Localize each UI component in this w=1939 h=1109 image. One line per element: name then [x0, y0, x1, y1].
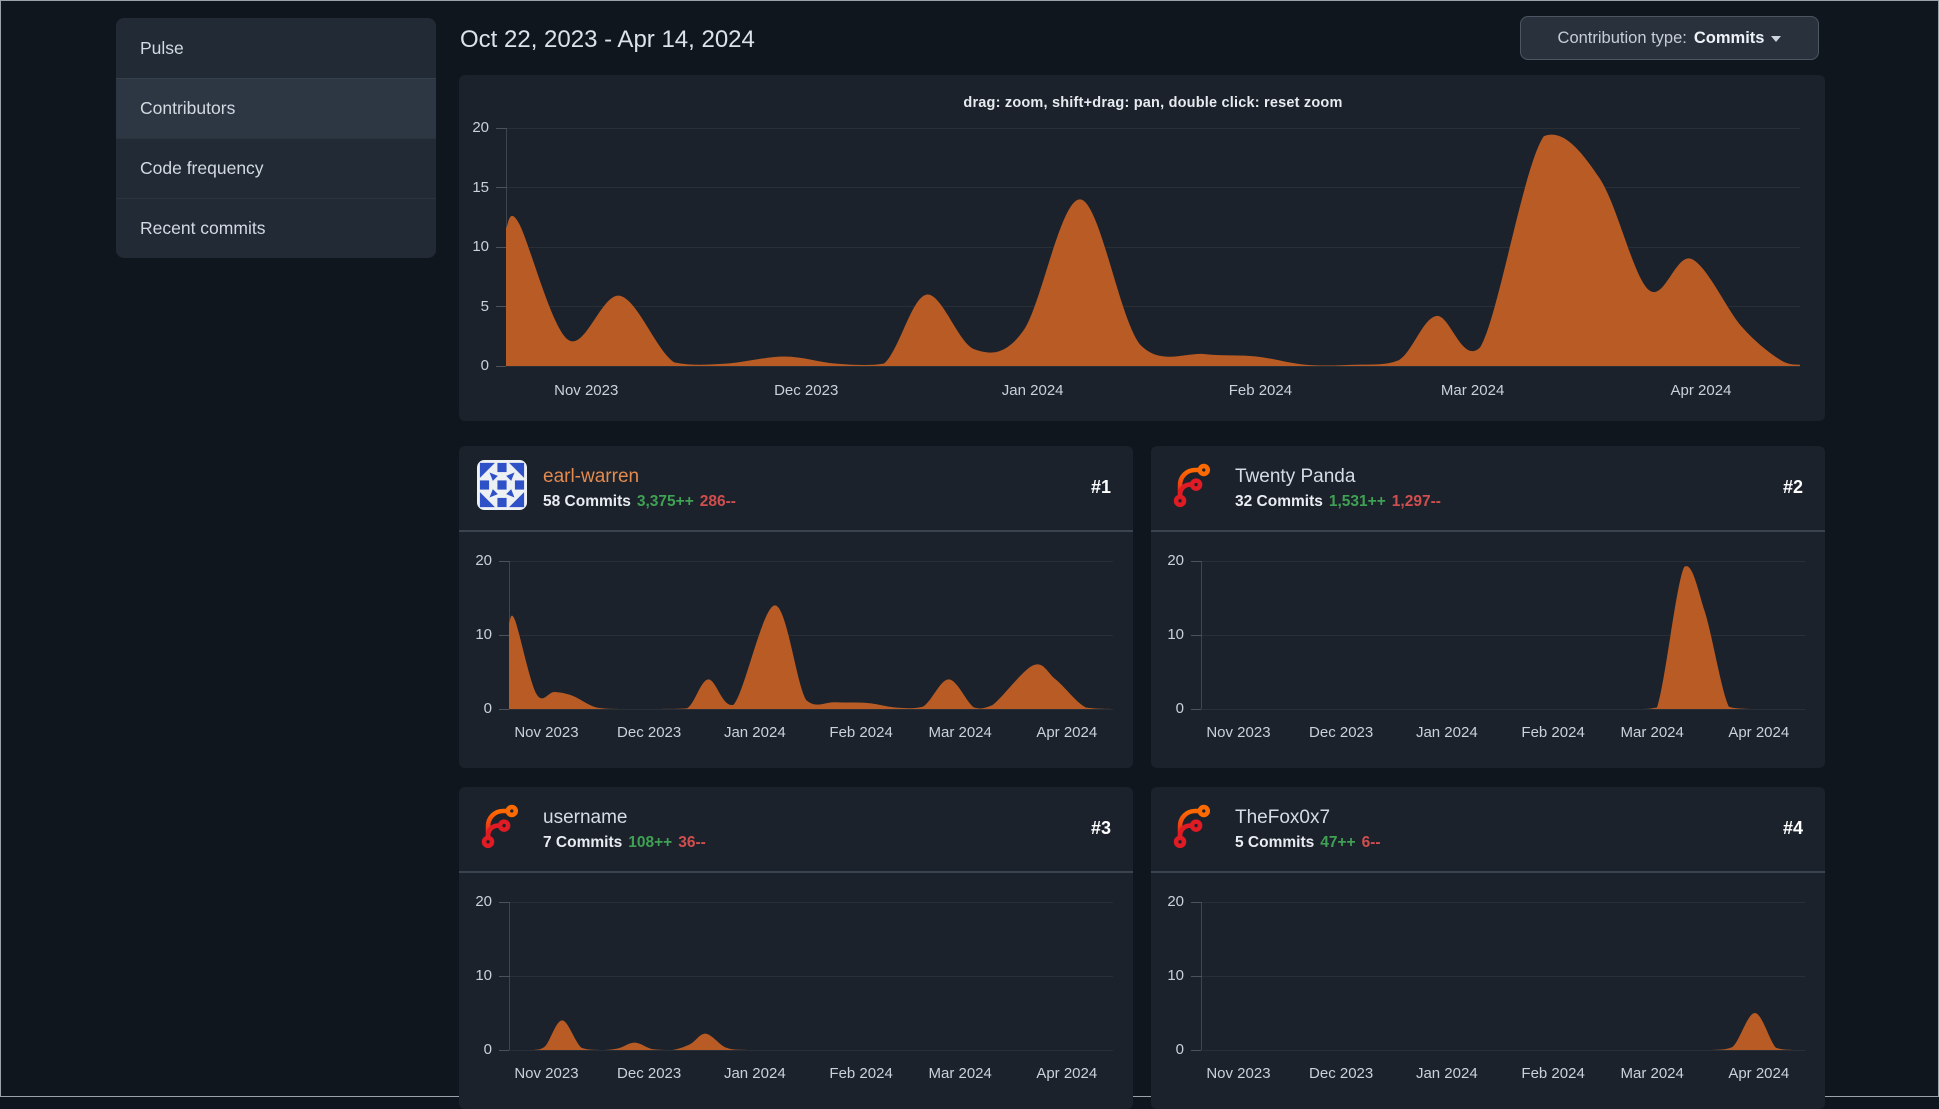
y-axis-label: 5: [480, 297, 489, 315]
x-axis-label: Apr 2024: [1670, 382, 1732, 399]
y-axis-label: 0: [483, 1041, 492, 1058]
x-axis-label: Jan 2024: [723, 1065, 786, 1082]
y-axis-label: 20: [475, 893, 492, 910]
sidebar-item-recent-commits[interactable]: Recent commits: [116, 198, 436, 258]
y-tickmark: [499, 1049, 509, 1051]
y-tickmark: [499, 560, 509, 562]
x-axis-label: Dec 2023: [617, 724, 682, 741]
x-axis-label: Jan 2024: [1415, 1065, 1478, 1082]
y-tickmark: [496, 306, 506, 307]
y-axis-label: 15: [472, 178, 489, 196]
y-axis-label: 10: [472, 238, 489, 255]
contribution-type-label: Contribution type:: [1557, 28, 1687, 47]
y-tickmark: [499, 708, 509, 710]
x-axis-label: Nov 2023: [1206, 724, 1271, 741]
contributor-commits-chart[interactable]: 20 10 0 Nov 2023 Dec 2023 Jan 2024 Feb 2024 Mar…: [1151, 787, 1825, 1109]
y-axis-label: 20: [1167, 893, 1184, 910]
x-axis-label: Apr 2024: [1728, 1065, 1790, 1082]
x-axis-label: Apr 2024: [1036, 1065, 1098, 1082]
x-axis-label: Feb 2024: [1228, 382, 1293, 399]
x-axis-label: Feb 2024: [829, 1065, 893, 1082]
contribution-type-dropdown[interactable]: Contribution type: Commits: [1520, 16, 1819, 60]
y-tickmark: [1191, 1049, 1201, 1051]
x-axis-label: Jan 2024: [1415, 724, 1478, 741]
sidebar-item-pulse[interactable]: Pulse: [116, 18, 436, 78]
y-tickmark: [499, 975, 509, 977]
x-axis-label: Mar 2024: [1620, 1065, 1684, 1082]
x-axis-label: Feb 2024: [1521, 724, 1585, 741]
total-commits-panel: drag: zoom, shift+drag: pan, double clic…: [459, 75, 1825, 421]
y-axis-label: 0: [1175, 700, 1184, 717]
y-tickmark: [1191, 560, 1201, 562]
x-axis-label: Feb 2024: [1521, 1065, 1585, 1082]
x-axis-label: Dec 2023: [1309, 1065, 1374, 1082]
main-commits-chart[interactable]: 20 15 10 5 0 Nov 2023 Dec 2023 Jan 2024 Feb 2024…: [459, 75, 1825, 421]
repo-contributors-page: Pulse Contributors Code frequency Recent…: [1, 1, 1938, 1109]
x-axis-label: Mar 2024: [928, 724, 992, 741]
y-tickmark: [1191, 901, 1201, 903]
y-axis-label: 0: [1175, 1041, 1184, 1058]
commits-area-series: [1201, 1012, 1805, 1050]
y-tickmark: [496, 127, 506, 129]
x-axis-label: Feb 2024: [829, 724, 893, 741]
contributor-card-2: Twenty Panda 32 Commits 1,531++ 1,297-- #2…: [1151, 446, 1825, 768]
contributor-card-3: username 7 Commits 108++ 36-- #3 20 10 0 Nov …: [459, 787, 1133, 1109]
sidebar-item-code-frequency[interactable]: Code frequency: [116, 138, 436, 198]
x-axis-label: Jan 2024: [723, 724, 786, 741]
commits-area-series: [506, 134, 1800, 366]
x-axis-label: Nov 2023: [554, 382, 619, 399]
contributor-card-1: earl-warren 58 Commits 3,375++ 286-- #1 20…: [459, 446, 1133, 768]
x-axis-label: Nov 2023: [514, 1065, 579, 1082]
y-tickmark: [1191, 634, 1201, 636]
y-axis-label: 0: [480, 357, 489, 374]
y-axis-label: 10: [475, 626, 492, 643]
x-axis-label: Dec 2023: [1309, 724, 1374, 741]
x-axis-label: Apr 2024: [1036, 724, 1098, 741]
y-axis-label: 10: [1167, 626, 1184, 643]
x-axis-label: Nov 2023: [1206, 1065, 1271, 1082]
date-range-title: Oct 22, 2023 - Apr 14, 2024: [460, 26, 755, 53]
activity-sidebar: Pulse Contributors Code frequency Recent…: [116, 18, 436, 258]
commits-area-series: [509, 1020, 1113, 1050]
y-tickmark: [496, 365, 506, 367]
y-axis-label: 20: [472, 119, 489, 136]
y-axis-label: 0: [483, 700, 492, 717]
chevron-down-icon: [1771, 36, 1782, 42]
y-axis-label: 10: [1167, 967, 1184, 984]
contributor-commits-chart[interactable]: 20 10 0 Nov 2023 Dec 2023 Jan 2024 Feb 2024 Mar…: [459, 446, 1133, 768]
y-tickmark: [1191, 975, 1201, 977]
y-axis-label: 10: [475, 967, 492, 984]
x-axis-label: Nov 2023: [514, 724, 579, 741]
x-axis-label: Apr 2024: [1728, 724, 1790, 741]
commits-area-series: [1201, 566, 1805, 709]
commits-area-series: [509, 605, 1113, 709]
y-axis-label: 20: [1167, 552, 1184, 569]
y-tickmark: [1191, 708, 1201, 710]
x-axis-label: Jan 2024: [1001, 382, 1064, 399]
contributor-commits-chart[interactable]: 20 10 0 Nov 2023 Dec 2023 Jan 2024 Feb 2024 Mar…: [1151, 446, 1825, 768]
contributor-commits-chart[interactable]: 20 10 0 Nov 2023 Dec 2023 Jan 2024 Feb 2024 Mar…: [459, 787, 1133, 1109]
x-axis-label: Dec 2023: [617, 1065, 682, 1082]
x-axis-label: Mar 2024: [1620, 724, 1684, 741]
x-axis-label: Mar 2024: [1440, 382, 1505, 399]
x-axis-label: Dec 2023: [774, 382, 839, 399]
contributor-card-4: TheFox0x7 5 Commits 47++ 6-- #4 20 10 0 Nov 2…: [1151, 787, 1825, 1109]
y-tickmark: [499, 901, 509, 903]
y-tickmark: [499, 634, 509, 636]
x-axis-label: Mar 2024: [928, 1065, 992, 1082]
y-tickmark: [496, 187, 506, 188]
y-axis-label: 20: [475, 552, 492, 569]
sidebar-item-contributors[interactable]: Contributors: [116, 78, 436, 138]
contribution-type-value: Commits: [1693, 28, 1765, 47]
y-tickmark: [496, 246, 506, 248]
